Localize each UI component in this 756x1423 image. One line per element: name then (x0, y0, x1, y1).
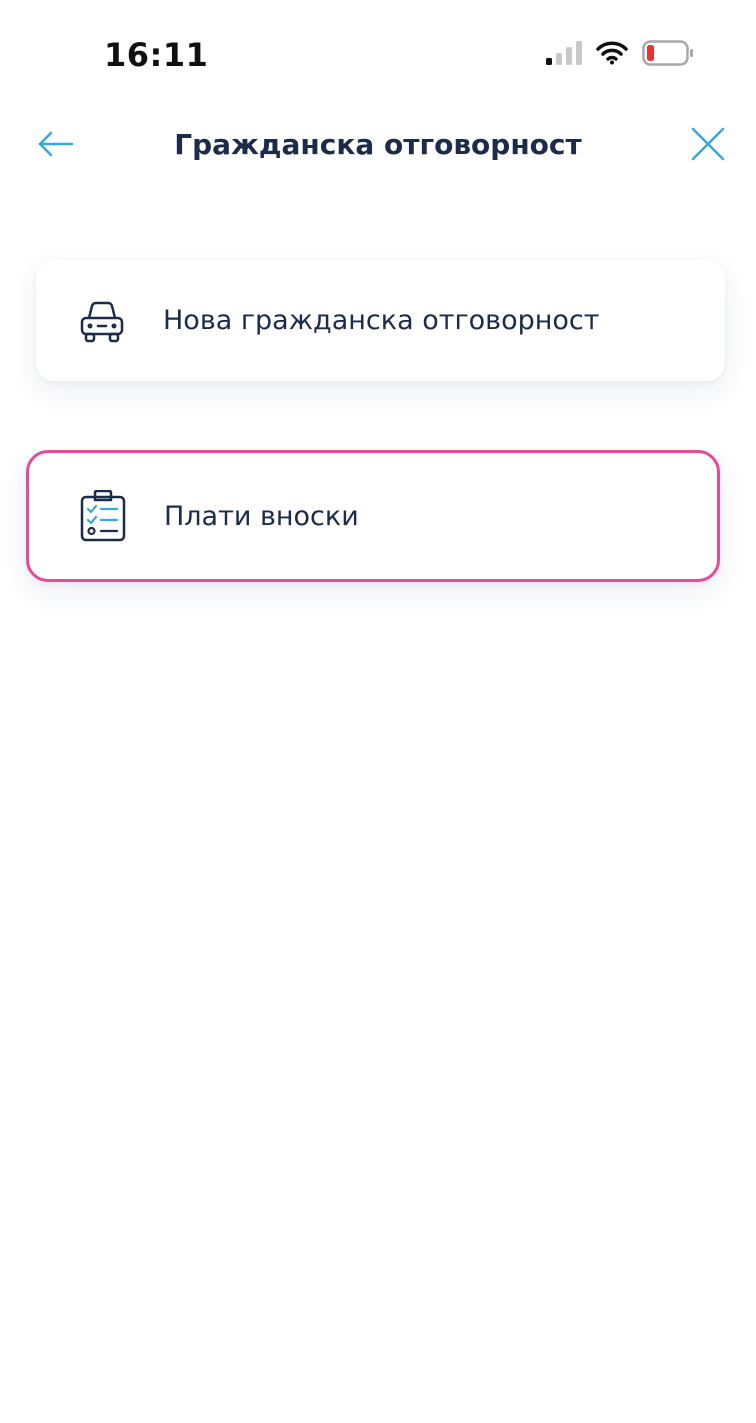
status-bar: 16:11 (0, 0, 756, 110)
close-button[interactable] (684, 122, 732, 170)
menu-item-label: Нова гражданска отговорност (163, 305, 600, 336)
wifi-icon (596, 41, 628, 69)
menu-item-pay-installments[interactable]: Плати вноски (26, 450, 720, 582)
cellular-signal-icon (546, 41, 582, 69)
header: Гражданска отговорност (0, 110, 756, 182)
battery-low-icon (642, 40, 694, 70)
menu-item-new-liability[interactable]: Нова гражданска отговорност (36, 260, 725, 381)
car-icon (76, 295, 128, 347)
menu-item-label: Плати вноски (164, 500, 359, 532)
page-title: Гражданска отговорност (174, 128, 582, 161)
status-time: 16:11 (104, 36, 209, 74)
status-icons (546, 40, 694, 70)
clipboard-checklist-icon (77, 490, 129, 542)
close-icon (690, 126, 726, 166)
